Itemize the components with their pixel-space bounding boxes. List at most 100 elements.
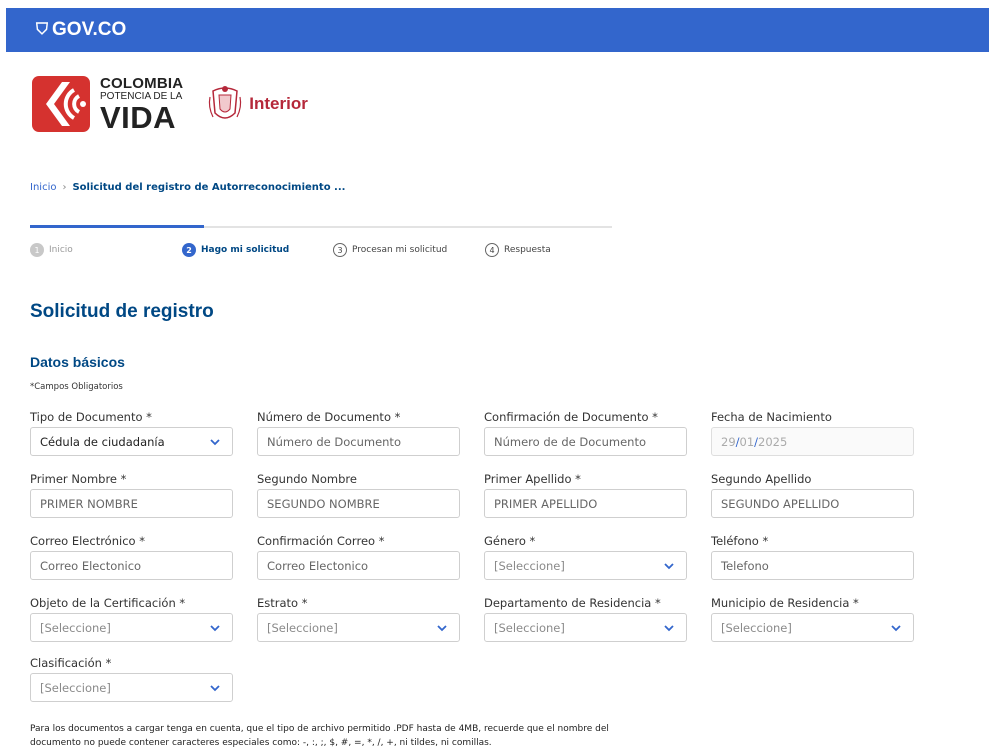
municipio-select[interactable]: [Seleccione] xyxy=(711,613,914,642)
ministerio-interior-name: Interior xyxy=(249,94,308,113)
tipo-documento-label: Tipo de Documento * xyxy=(30,410,152,424)
field-genero: Género * [Seleccione] xyxy=(484,533,687,580)
departamento-select[interactable]: [Seleccione] xyxy=(484,613,687,642)
field-primer-nombre: Primer Nombre * PRIMER NOMBRE xyxy=(30,471,233,518)
step-number: 3 xyxy=(333,243,347,257)
confirmacion-correo-label: Confirmación Correo * xyxy=(257,534,385,548)
field-estrato: Estrato * [Seleccione] xyxy=(257,595,460,642)
objeto-certificacion-label: Objeto de la Certificación * xyxy=(30,596,186,610)
brand-header: COLOMBIA POTENCIA DE LA VIDA Interior xyxy=(32,74,308,134)
objeto-certificacion-value: [Seleccione] xyxy=(40,620,111,635)
step-label: Respuesta xyxy=(504,245,551,255)
field-telefono: Teléfono * Telefono xyxy=(711,533,914,580)
fecha-year: 2025 xyxy=(758,434,788,449)
step-number: 1 xyxy=(30,243,44,257)
field-fecha-nacimiento: Fecha de Nacimiento 29/01/2025 xyxy=(711,409,914,456)
field-numero-documento: Número de Documento * Número de Document… xyxy=(257,409,460,456)
segundo-nombre-input[interactable]: SEGUNDO NOMBRE xyxy=(257,489,460,518)
gov-co-shield-icon: ⛉ xyxy=(36,21,49,38)
page-title: Solicitud de registro xyxy=(30,301,214,322)
correo-placeholder: Correo Electonico xyxy=(40,558,142,573)
fecha-nacimiento-input[interactable]: 29/01/2025 xyxy=(711,427,914,456)
confirmacion-documento-label: Confirmación de Documento * xyxy=(484,410,658,424)
field-objeto-certificacion: Objeto de la Certificación * [Seleccione… xyxy=(30,595,233,642)
chevron-down-icon xyxy=(437,625,447,632)
chevron-down-icon xyxy=(210,685,220,692)
breadcrumb-separator-icon: › xyxy=(62,182,67,193)
segundo-nombre-placeholder: SEGUNDO NOMBRE xyxy=(267,496,380,511)
telefono-input[interactable]: Telefono xyxy=(711,551,914,580)
correo-input[interactable]: Correo Electonico xyxy=(30,551,233,580)
tipo-documento-value: Cédula de ciudadanía xyxy=(40,434,165,449)
primer-apellido-input[interactable]: PRIMER APELLIDO xyxy=(484,489,687,518)
field-clasificacion: Clasificación * [Seleccione] xyxy=(30,655,233,702)
correo-label: Correo Electrónico * xyxy=(30,534,145,548)
field-primer-apellido: Primer Apellido * PRIMER APELLIDO xyxy=(484,471,687,518)
step-label: Hago mi solicitud xyxy=(201,245,290,255)
departamento-value: [Seleccione] xyxy=(494,620,565,635)
genero-value: [Seleccione] xyxy=(494,558,565,573)
field-segundo-apellido: Segundo Apellido SEGUNDO APELLIDO xyxy=(711,471,914,518)
field-confirmacion-documento: Confirmación de Documento * Número de de… xyxy=(484,409,687,456)
fecha-month: 01 xyxy=(739,434,755,449)
step-label: Procesan mi solicitud xyxy=(352,245,448,255)
gov-header-bar: ⛉ GOV.CO xyxy=(6,8,989,52)
fecha-nacimiento-label: Fecha de Nacimiento xyxy=(711,410,832,424)
estrato-label: Estrato * xyxy=(257,596,308,610)
colombia-potencia-logo-text: COLOMBIA POTENCIA DE LA VIDA xyxy=(100,76,183,133)
tipo-documento-select[interactable]: Cédula de ciudadanía xyxy=(30,427,233,456)
estrato-select[interactable]: [Seleccione] xyxy=(257,613,460,642)
step-hago-mi-solicitud: 2 Hago mi solicitud xyxy=(182,243,289,257)
note-line-2: documento no puede contener caracteres e… xyxy=(30,738,492,748)
estrato-value: [Seleccione] xyxy=(267,620,338,635)
chevron-down-icon xyxy=(664,563,674,570)
confirmacion-documento-input[interactable]: Número de de Documento xyxy=(484,427,687,456)
clasificacion-select[interactable]: [Seleccione] xyxy=(30,673,233,702)
chevron-down-icon xyxy=(891,625,901,632)
municipio-label: Municipio de Residencia * xyxy=(711,596,859,610)
primer-nombre-label: Primer Nombre * xyxy=(30,472,127,486)
field-confirmacion-correo: Confirmación Correo * Correo Electonico xyxy=(257,533,460,580)
numero-documento-input[interactable]: Número de Documento xyxy=(257,427,460,456)
segundo-apellido-placeholder: SEGUNDO APELLIDO xyxy=(721,496,840,511)
field-municipio: Municipio de Residencia * [Seleccione] xyxy=(711,595,914,642)
ministerio-interior-logo: Interior xyxy=(207,83,308,125)
step-respuesta: 4 Respuesta xyxy=(485,243,551,257)
gov-co-logo[interactable]: ⛉ GOV.CO xyxy=(36,19,126,41)
primer-nombre-placeholder: PRIMER NOMBRE xyxy=(40,496,138,511)
genero-label: Género * xyxy=(484,534,536,548)
genero-select[interactable]: [Seleccione] xyxy=(484,551,687,580)
primer-nombre-input[interactable]: PRIMER NOMBRE xyxy=(30,489,233,518)
step-label: Inicio xyxy=(49,245,73,255)
confirmacion-correo-input[interactable]: Correo Electonico xyxy=(257,551,460,580)
segundo-apellido-input[interactable]: SEGUNDO APELLIDO xyxy=(711,489,914,518)
colombia-potencia-logo-icon xyxy=(32,76,90,132)
field-segundo-nombre: Segundo Nombre SEGUNDO NOMBRE xyxy=(257,471,460,518)
numero-documento-label: Número de Documento * xyxy=(257,410,401,424)
fecha-day: 29 xyxy=(721,434,736,449)
confirmacion-correo-placeholder: Correo Electonico xyxy=(267,558,369,573)
gov-co-logo-text: GOV.CO xyxy=(52,19,127,40)
step-procesan-mi-solicitud: 3 Procesan mi solicitud xyxy=(333,243,447,257)
clasificacion-label: Clasificación * xyxy=(30,656,112,670)
document-upload-note: Para los documentos a cargar tenga en cu… xyxy=(30,722,810,750)
step-number: 2 xyxy=(182,243,196,257)
field-departamento: Departamento de Residencia * [Seleccione… xyxy=(484,595,687,642)
step-inicio: 1 Inicio xyxy=(30,243,73,257)
municipio-value: [Seleccione] xyxy=(721,620,792,635)
departamento-label: Departamento de Residencia * xyxy=(484,596,661,610)
numero-documento-placeholder: Número de Documento xyxy=(267,434,401,449)
section-title-datos-basicos: Datos básicos xyxy=(30,354,125,370)
clasificacion-value: [Seleccione] xyxy=(40,680,111,695)
coat-of-arms-icon xyxy=(209,86,242,119)
primer-apellido-label: Primer Apellido * xyxy=(484,472,581,486)
objeto-certificacion-select[interactable]: [Seleccione] xyxy=(30,613,233,642)
note-line-1: Para los documentos a cargar tenga en cu… xyxy=(30,724,609,734)
chevron-down-icon xyxy=(664,625,674,632)
required-fields-note: *Campos Obligatorios xyxy=(30,382,123,392)
breadcrumb-home-link[interactable]: Inicio xyxy=(30,182,56,193)
chevron-down-icon xyxy=(210,625,220,632)
steps-progress-bar xyxy=(30,225,204,228)
segundo-apellido-label: Segundo Apellido xyxy=(711,472,812,486)
telefono-label: Teléfono * xyxy=(711,534,769,548)
